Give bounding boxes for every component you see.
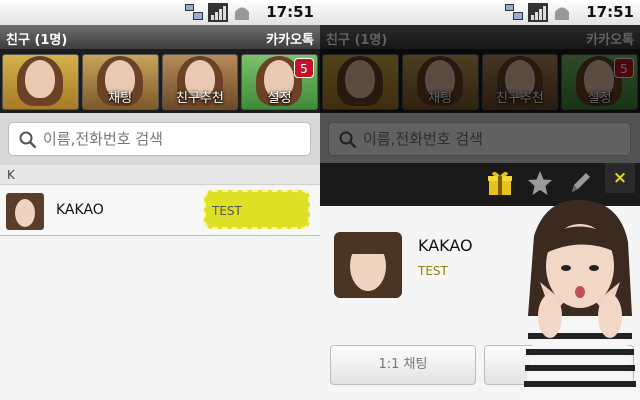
android-icon [555,7,569,20]
tab-strip: 채팅 친구추천 5 설정 [0,49,320,113]
avatar[interactable] [6,193,44,230]
profile-status: TEST [418,264,448,278]
profile-name: KAKAO [418,236,473,255]
friends-screen: 17:51 친구 (1명) 카카오톡 채팅 친구추천 5 설정 이름,전화번호 … [0,0,320,400]
status-message: TEST [204,190,310,229]
tab-friends[interactable] [2,54,79,110]
clock: 17:51 [266,3,314,21]
title-bar: 친구 (1명) 카카오톡 [0,25,320,49]
gift-icon[interactable] [486,169,514,197]
app-name: 카카오톡 [266,33,314,48]
tab-recommend[interactable]: 친구추천 [161,54,239,110]
tab-label: 친구추천 [175,91,224,106]
star-icon[interactable] [526,169,554,197]
character-illustration [524,199,636,400]
search-bar [0,113,320,165]
close-button[interactable]: × [605,163,635,193]
tab-label: 설정 [267,91,292,106]
search-box[interactable] [8,122,311,156]
section-letter: K [7,168,15,182]
notification-badge: 5 [294,58,314,78]
friend-name: KAKAO [56,202,104,218]
friends-screen-profile-open: 17:51 친구 (1명) 카카오톡 채팅 친구추천 5 설정 [320,0,640,400]
network-icon [505,4,523,20]
android-icon [235,7,249,20]
status-bar: 17:51 [0,0,320,25]
tab-chat[interactable]: 채팅 [81,54,159,110]
search-input[interactable] [43,126,303,152]
signal-icon [528,3,548,22]
status-bar: 17:51 [320,0,640,25]
tab-settings[interactable]: 5 설정 [241,54,318,110]
search-icon [19,131,37,149]
list-item[interactable]: KAKAO TEST [0,186,320,236]
clock: 17:51 [586,3,634,21]
tab-label: 채팅 [108,91,133,106]
signal-icon [208,3,228,22]
pencil-icon[interactable] [566,169,594,197]
profile-photo[interactable] [334,232,402,298]
list-empty-area [0,237,320,400]
friends-tab-art [3,55,78,109]
section-header: K [0,165,320,185]
network-icon [185,4,203,20]
chat-button[interactable]: 1:1 채팅 [330,345,476,385]
page-title: 친구 (1명) [6,33,68,48]
